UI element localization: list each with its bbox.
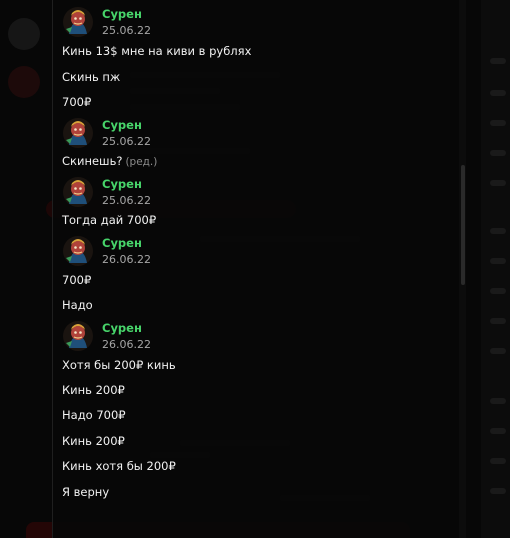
message-date: 25.06.22 <box>102 194 151 207</box>
message-text-content: Скинешь? <box>62 154 123 168</box>
background-sidebar-item <box>490 348 506 354</box>
background-sidebar-item <box>490 120 506 126</box>
background-sidebar-item <box>490 150 506 156</box>
message-text: Я верну <box>62 485 110 499</box>
message-date: 26.06.22 <box>102 253 151 266</box>
author-name[interactable]: Сурен <box>102 321 142 335</box>
avatar-icon[interactable] <box>63 7 93 37</box>
message-text: Скинь пж <box>62 70 121 84</box>
message-text: Надо <box>62 298 93 312</box>
message-text: Тогда дай 700₽ <box>62 213 157 227</box>
message-text: Кинь 13$ мне на киви в рублях <box>62 44 252 58</box>
background-sidebar <box>478 0 510 538</box>
message-date: 26.06.22 <box>102 338 151 351</box>
message-text: Скинешь? (ред.) <box>62 154 157 168</box>
background-sidebar-item <box>490 58 506 64</box>
avatar-icon[interactable] <box>63 177 93 207</box>
background-sidebar-item <box>490 458 506 464</box>
scrollbar-thumb[interactable] <box>461 165 465 285</box>
background-avatar <box>8 18 40 50</box>
background-avatar <box>8 66 40 98</box>
background-sidebar-item <box>490 318 506 324</box>
background-sidebar-item <box>490 428 506 434</box>
message-date: 25.06.22 <box>102 24 151 37</box>
message-text: 700₽ <box>62 95 92 109</box>
message-text: Надо 700₽ <box>62 408 126 422</box>
message-text: Хотя бы 200₽ кинь <box>62 358 176 372</box>
message-text: Кинь хотя бы 200₽ <box>62 459 176 473</box>
background-sidebar-item <box>490 180 506 186</box>
message-text: Кинь 200₽ <box>62 434 125 448</box>
background-sidebar-item <box>490 398 506 404</box>
avatar-icon[interactable] <box>63 236 93 266</box>
background-sidebar-item <box>490 228 506 234</box>
background-sidebar-item <box>490 258 506 264</box>
background-sidebar-item <box>490 488 506 494</box>
message-date: 25.06.22 <box>102 135 151 148</box>
avatar-icon[interactable] <box>63 118 93 148</box>
chat-window: Сурен 25.06.22 Кинь 13$ мне на киви в ру… <box>0 0 510 538</box>
avatar-icon[interactable] <box>63 321 93 351</box>
edited-mark: (ред.) <box>125 156 158 168</box>
background-sidebar-item <box>490 90 506 96</box>
author-name[interactable]: Сурен <box>102 177 142 191</box>
author-name[interactable]: Сурен <box>102 7 142 21</box>
background-sidebar-item <box>490 288 506 294</box>
author-name[interactable]: Сурен <box>102 118 142 132</box>
message-text: 700₽ <box>62 273 92 287</box>
author-name[interactable]: Сурен <box>102 236 142 250</box>
message-text: Кинь 200₽ <box>62 383 125 397</box>
